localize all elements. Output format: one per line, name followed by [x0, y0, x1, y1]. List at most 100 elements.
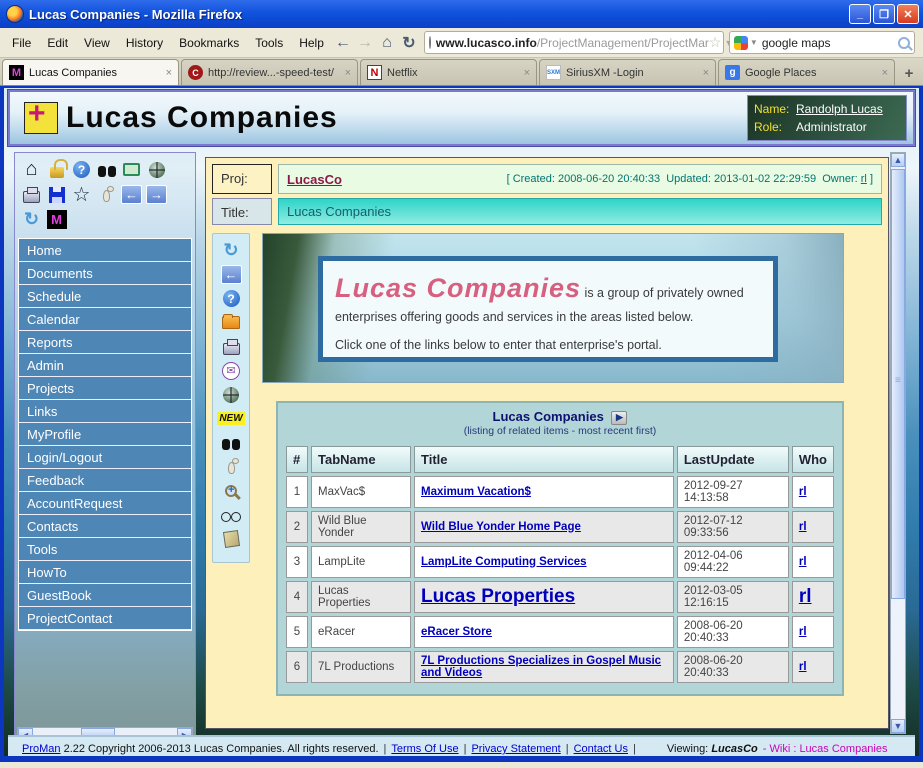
forward-icon[interactable]: → [354, 32, 376, 54]
new-tab-button[interactable]: + [897, 61, 921, 85]
refresh-icon[interactable]: ↻ [220, 240, 242, 261]
search-binoculars-icon[interactable] [220, 432, 242, 453]
item-link[interactable]: eRacer Store [421, 626, 492, 638]
help-icon[interactable]: ? [220, 288, 242, 309]
sidebar-item-links[interactable]: Links [19, 400, 191, 423]
google-search-icon[interactable] [734, 36, 748, 50]
monitor-icon[interactable] [120, 158, 143, 181]
menu-edit[interactable]: Edit [39, 32, 76, 54]
menu-history[interactable]: History [118, 32, 171, 54]
who-link[interactable]: rl [799, 521, 807, 533]
contact-link[interactable]: Contact Us [574, 743, 628, 755]
menu-help[interactable]: Help [291, 32, 332, 54]
play-icon[interactable]: ▶ [611, 411, 627, 425]
sidebar-item-feedback[interactable]: Feedback [19, 469, 191, 492]
item-link[interactable]: Wild Blue Yonder Home Page [421, 521, 581, 533]
save-icon[interactable] [45, 183, 68, 206]
forward-arrow-icon[interactable]: → [145, 183, 168, 206]
main-vertical-scrollbar[interactable]: ▲ ▼ [890, 152, 906, 734]
item-link[interactable]: Maximum Vacation$ [421, 486, 531, 498]
minimize-button[interactable]: _ [849, 4, 871, 24]
new-item-icon[interactable]: NEW [220, 408, 242, 429]
eyeglasses-icon[interactable] [220, 504, 242, 525]
scrollbar-thumb[interactable] [891, 169, 905, 599]
who-link[interactable]: rl [799, 486, 807, 498]
sidebar-item-contacts[interactable]: Contacts [19, 515, 191, 538]
home-icon[interactable]: ⌂ [376, 32, 398, 54]
tab-netflix[interactable]: N Netflix × [360, 59, 537, 85]
menu-view[interactable]: View [76, 32, 118, 54]
project-link[interactable]: LucasCo [287, 172, 342, 187]
sidebar-item-projects[interactable]: Projects [19, 377, 191, 400]
owner-link[interactable]: rl [861, 173, 867, 185]
scroll-down-icon[interactable]: ▼ [891, 719, 905, 733]
sidebar-item-projectcontact[interactable]: ProjectContact [19, 607, 191, 630]
sidebar-item-schedule[interactable]: Schedule [19, 285, 191, 308]
home-icon[interactable]: ⌂ [20, 158, 43, 181]
sidebar-item-documents[interactable]: Documents [19, 262, 191, 285]
menu-file[interactable]: File [4, 32, 39, 54]
who-link[interactable]: rl [799, 626, 807, 638]
search-input[interactable] [762, 36, 898, 50]
search-bar[interactable]: ▼ [729, 31, 915, 54]
tab-close-icon[interactable]: × [345, 67, 351, 79]
sidebar-item-tools[interactable]: Tools [19, 538, 191, 561]
sidebar-item-home[interactable]: Home [19, 239, 191, 262]
tab-close-icon[interactable]: × [524, 67, 530, 79]
sidebar-item-myprofile[interactable]: MyProfile [19, 423, 191, 446]
sidebar-item-howto[interactable]: HowTo [19, 561, 191, 584]
footprints-icon[interactable] [95, 183, 118, 206]
maximize-button[interactable]: ❐ [873, 4, 895, 24]
print-icon[interactable] [20, 183, 43, 206]
tab-lucas-companies[interactable]: M Lucas Companies × [2, 59, 179, 85]
who-link[interactable]: rl [799, 586, 812, 607]
back-icon[interactable]: ← [332, 32, 354, 54]
search-engine-dropdown-icon[interactable]: ▼ [750, 38, 758, 47]
sidebar-item-reports[interactable]: Reports [19, 331, 191, 354]
globe-icon[interactable] [145, 158, 168, 181]
tab-close-icon[interactable]: × [166, 67, 172, 79]
tab-close-icon[interactable]: × [882, 67, 888, 79]
email-icon[interactable]: ✉ [220, 360, 242, 381]
zoom-in-icon[interactable] [220, 480, 242, 501]
close-button[interactable]: ✕ [897, 4, 919, 24]
reload-icon[interactable]: ↻ [398, 32, 420, 54]
scroll-document-icon[interactable] [220, 528, 242, 549]
bookmark-star-icon[interactable]: ☆ [709, 34, 722, 51]
sidebar-item-guestbook[interactable]: GuestBook [19, 584, 191, 607]
help-icon[interactable]: ? [70, 158, 93, 181]
search-binoculars-icon[interactable] [95, 158, 118, 181]
item-link[interactable]: Lucas Properties [421, 586, 575, 607]
item-link[interactable]: LampLite Computing Services [421, 556, 587, 568]
unlock-icon[interactable] [45, 158, 68, 181]
footprints-icon[interactable] [220, 456, 242, 477]
who-link[interactable]: rl [799, 661, 807, 673]
who-link[interactable]: rl [799, 556, 807, 568]
proman-link[interactable]: ProMan [22, 743, 61, 755]
print-icon[interactable] [220, 336, 242, 357]
user-name-link[interactable]: Randolph Lucas [796, 100, 883, 118]
item-link[interactable]: 7L Productions Specializes in Gospel Mus… [421, 655, 661, 679]
butterfly-logo-icon[interactable]: M [45, 208, 68, 231]
terms-link[interactable]: Terms Of Use [391, 743, 458, 755]
scroll-up-icon[interactable]: ▲ [891, 153, 905, 167]
folder-icon[interactable] [220, 312, 242, 333]
search-magnifier-icon[interactable] [898, 37, 910, 49]
sidebar-item-calendar[interactable]: Calendar [19, 308, 191, 331]
sidebar-item-accountrequest[interactable]: AccountRequest [19, 492, 191, 515]
url-bar[interactable]: www.lucasco.info /ProjectManagement/Proj… [424, 31, 724, 54]
favorite-star-icon[interactable]: ☆ [70, 183, 93, 206]
back-arrow-icon[interactable]: ← [120, 183, 143, 206]
tab-siriusxm[interactable]: SXM SiriusXM -Login × [539, 59, 716, 85]
tab-speed-test[interactable]: C http://review...-speed-test/ × [181, 59, 358, 85]
menu-tools[interactable]: Tools [247, 32, 291, 54]
privacy-link[interactable]: Privacy Statement [471, 743, 560, 755]
globe-icon[interactable] [220, 384, 242, 405]
tab-close-icon[interactable]: × [703, 67, 709, 79]
sidebar-item-login-logout[interactable]: Login/Logout [19, 446, 191, 469]
sidebar-item-admin[interactable]: Admin [19, 354, 191, 377]
tab-google-places[interactable]: g Google Places × [718, 59, 895, 85]
refresh-icon[interactable]: ↻ [20, 208, 43, 231]
back-arrow-icon[interactable]: ← [220, 264, 242, 285]
menu-bookmarks[interactable]: Bookmarks [171, 32, 247, 54]
